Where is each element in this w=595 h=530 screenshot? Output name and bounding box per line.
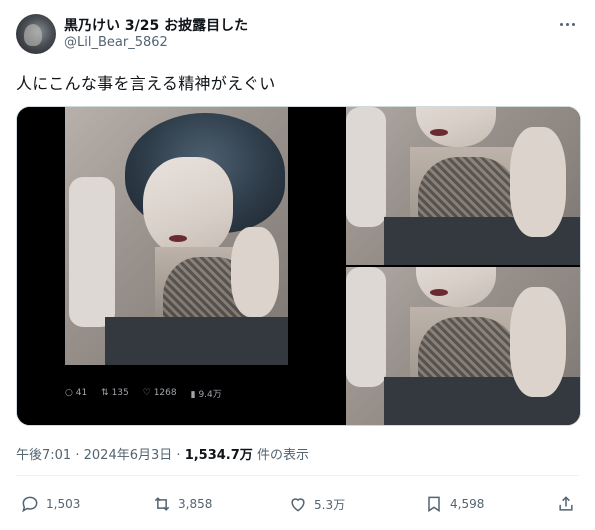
embedded-post-stats: ○ 41 ⇅ 135 ♡ 1268 ▮ 9.4万: [65, 383, 297, 403]
bookmark-button[interactable]: 4,598: [424, 494, 484, 514]
bookmark-icon: [428, 496, 440, 513]
author-display-name[interactable]: 黒乃けい 3/25 お披露目した: [64, 15, 248, 35]
embedded-likes: ♡ 1268: [142, 388, 177, 398]
retweet-count: 3,858: [178, 497, 213, 511]
reply-button[interactable]: 1,503: [20, 494, 80, 514]
media-image-1[interactable]: ○ 41 ⇅ 135 ♡ 1268 ▮ 9.4万: [17, 107, 298, 425]
view-count: 1,534.7万: [184, 448, 253, 463]
reply-count: 1,503: [46, 497, 81, 511]
divider: [16, 475, 579, 476]
tweet-text: 人にこんな事を言える精神がえぐい: [16, 74, 276, 93]
tweet-header: 黒乃けい 3/25 お披露目した @Lil_Bear_5862: [16, 12, 579, 56]
tweet-meta: 午後7:01 · 2024年6月3日 · 1,534.7万 件の表示: [16, 448, 309, 463]
embedded-reposts: ⇅ 135: [101, 388, 129, 398]
embedded-replies: ○ 41: [65, 388, 88, 398]
more-icon[interactable]: [555, 14, 579, 34]
share-button[interactable]: [556, 494, 582, 514]
view-count-suffix: 件の表示: [256, 448, 309, 463]
tweet-time[interactable]: 午後7:01: [16, 448, 71, 463]
author-handle[interactable]: @Lil_Bear_5862: [64, 35, 168, 50]
media-image-2[interactable]: [300, 107, 580, 265]
like-count: 5.3万: [314, 497, 346, 512]
retweet-button[interactable]: 3,858: [152, 494, 212, 514]
media-grid: ○ 41 ⇅ 135 ♡ 1268 ▮ 9.4万: [16, 106, 581, 426]
tweet-date[interactable]: 2024年6月3日: [84, 448, 173, 463]
bookmark-count: 4,598: [450, 497, 485, 511]
embedded-views: ▮ 9.4万: [190, 389, 222, 400]
like-button[interactable]: 5.3万: [288, 494, 345, 514]
action-bar: 1,503 3,858 5.3万 4,598: [16, 490, 579, 520]
avatar[interactable]: [16, 14, 56, 54]
retweet-icon: [154, 497, 170, 511]
reply-icon: [22, 496, 38, 513]
media-image-3[interactable]: [300, 267, 580, 425]
share-icon: [559, 496, 573, 511]
like-icon: [291, 498, 305, 512]
